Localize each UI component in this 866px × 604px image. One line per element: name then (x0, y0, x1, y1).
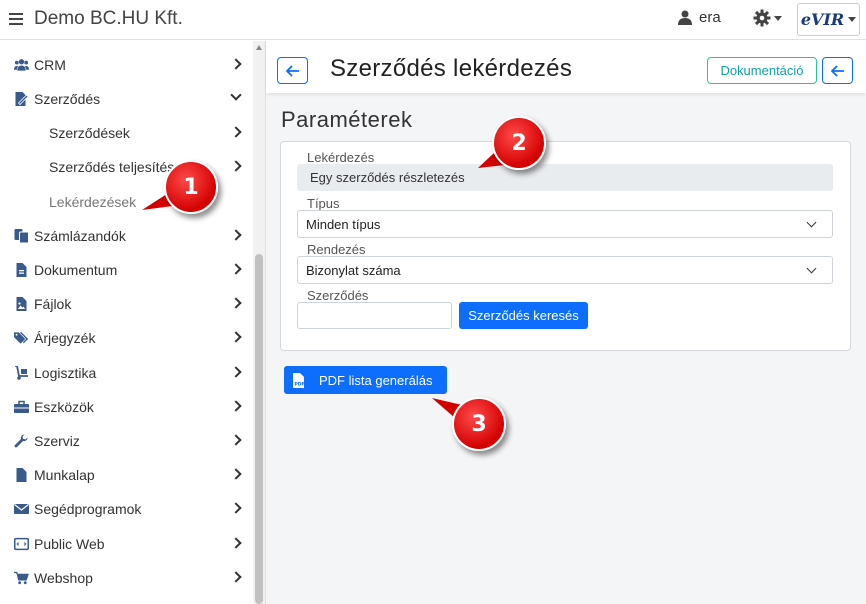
annotation-badge-2: 2 (492, 116, 546, 170)
annotation-pointers (142, 152, 505, 418)
annotation-badge-1: 1 (164, 160, 218, 214)
annotation-badge-3: 3 (452, 397, 506, 451)
